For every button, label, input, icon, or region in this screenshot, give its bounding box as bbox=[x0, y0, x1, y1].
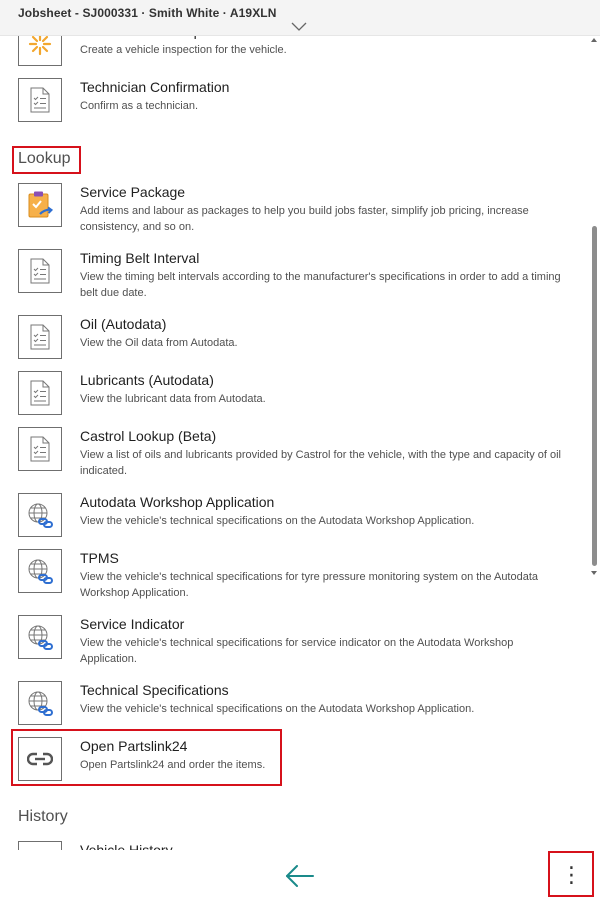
action-title: Service Package bbox=[80, 184, 186, 200]
action-title: TPMS bbox=[80, 550, 119, 566]
action-description: View the vehicle's technical specificati… bbox=[80, 515, 475, 527]
action-title: Autodata Workshop Application bbox=[80, 494, 275, 510]
action-description: View the vehicle's technical specificati… bbox=[80, 571, 539, 599]
action-description: View a list of oils and lubricants provi… bbox=[80, 449, 561, 477]
action-title: Open Partslink24 bbox=[80, 738, 188, 754]
clipboard-package-icon bbox=[18, 183, 62, 227]
page-header: Jobsheet - SJ000331 · Smith White · A19X… bbox=[0, 0, 600, 36]
action-title: Technician Confirmation bbox=[80, 79, 230, 95]
action-title: Oil (Autodata) bbox=[80, 316, 167, 332]
document-checklist-icon bbox=[18, 78, 62, 122]
scroll-down-arrow-icon[interactable] bbox=[591, 571, 597, 575]
action-description: View the vehicle's technical specificati… bbox=[80, 637, 514, 665]
document-checklist-icon bbox=[18, 249, 62, 293]
action-description: Confirm as a technician. bbox=[80, 100, 198, 112]
globe-link-icon bbox=[18, 493, 62, 537]
action-description: Create a vehicle inspection for the vehi… bbox=[80, 44, 287, 56]
document-checklist-icon bbox=[18, 427, 62, 471]
globe-link-icon bbox=[18, 615, 62, 659]
section-heading-lookup: Lookup bbox=[18, 150, 71, 167]
document-icon bbox=[18, 841, 62, 850]
scrollbar[interactable] bbox=[590, 36, 600, 581]
action-description: View the timing belt intervals according… bbox=[80, 271, 561, 299]
arrow-left-icon bbox=[286, 865, 314, 887]
action-title: Timing Belt Interval bbox=[80, 250, 200, 266]
more-options-button[interactable]: ⋮ bbox=[550, 853, 593, 897]
scroll-up-arrow-icon[interactable] bbox=[591, 38, 597, 42]
action-description: View the vehicle's technical specificati… bbox=[80, 703, 475, 715]
back-button[interactable] bbox=[280, 860, 320, 892]
action-title: Service Indicator bbox=[80, 616, 185, 632]
document-checklist-icon bbox=[18, 371, 62, 415]
globe-link-icon bbox=[18, 681, 62, 725]
globe-link-icon bbox=[18, 549, 62, 593]
page-title: Jobsheet - SJ000331 · Smith White · A19X… bbox=[18, 6, 277, 20]
action-title: Castrol Lookup (Beta) bbox=[80, 428, 217, 444]
action-list: Create Vehicle Inspection Create a vehic… bbox=[0, 0, 600, 850]
action-title: Technical Specifications bbox=[80, 682, 229, 698]
link-icon bbox=[18, 737, 62, 781]
action-description: View the lubricant data from Autodata. bbox=[80, 393, 266, 405]
action-title: Lubricants (Autodata) bbox=[80, 372, 214, 388]
section-heading-history: History bbox=[18, 808, 68, 825]
action-title: Vehicle History bbox=[80, 842, 173, 850]
document-checklist-icon bbox=[18, 315, 62, 359]
action-description: View the Oil data from Autodata. bbox=[80, 337, 238, 349]
scrollbar-thumb[interactable] bbox=[592, 226, 597, 566]
action-description: Open Partslink24 and order the items. bbox=[80, 759, 266, 771]
footer-bar: ⋮ bbox=[0, 850, 600, 900]
chevron-down-icon[interactable] bbox=[291, 22, 307, 32]
action-description: Add items and labour as packages to help… bbox=[80, 205, 529, 233]
